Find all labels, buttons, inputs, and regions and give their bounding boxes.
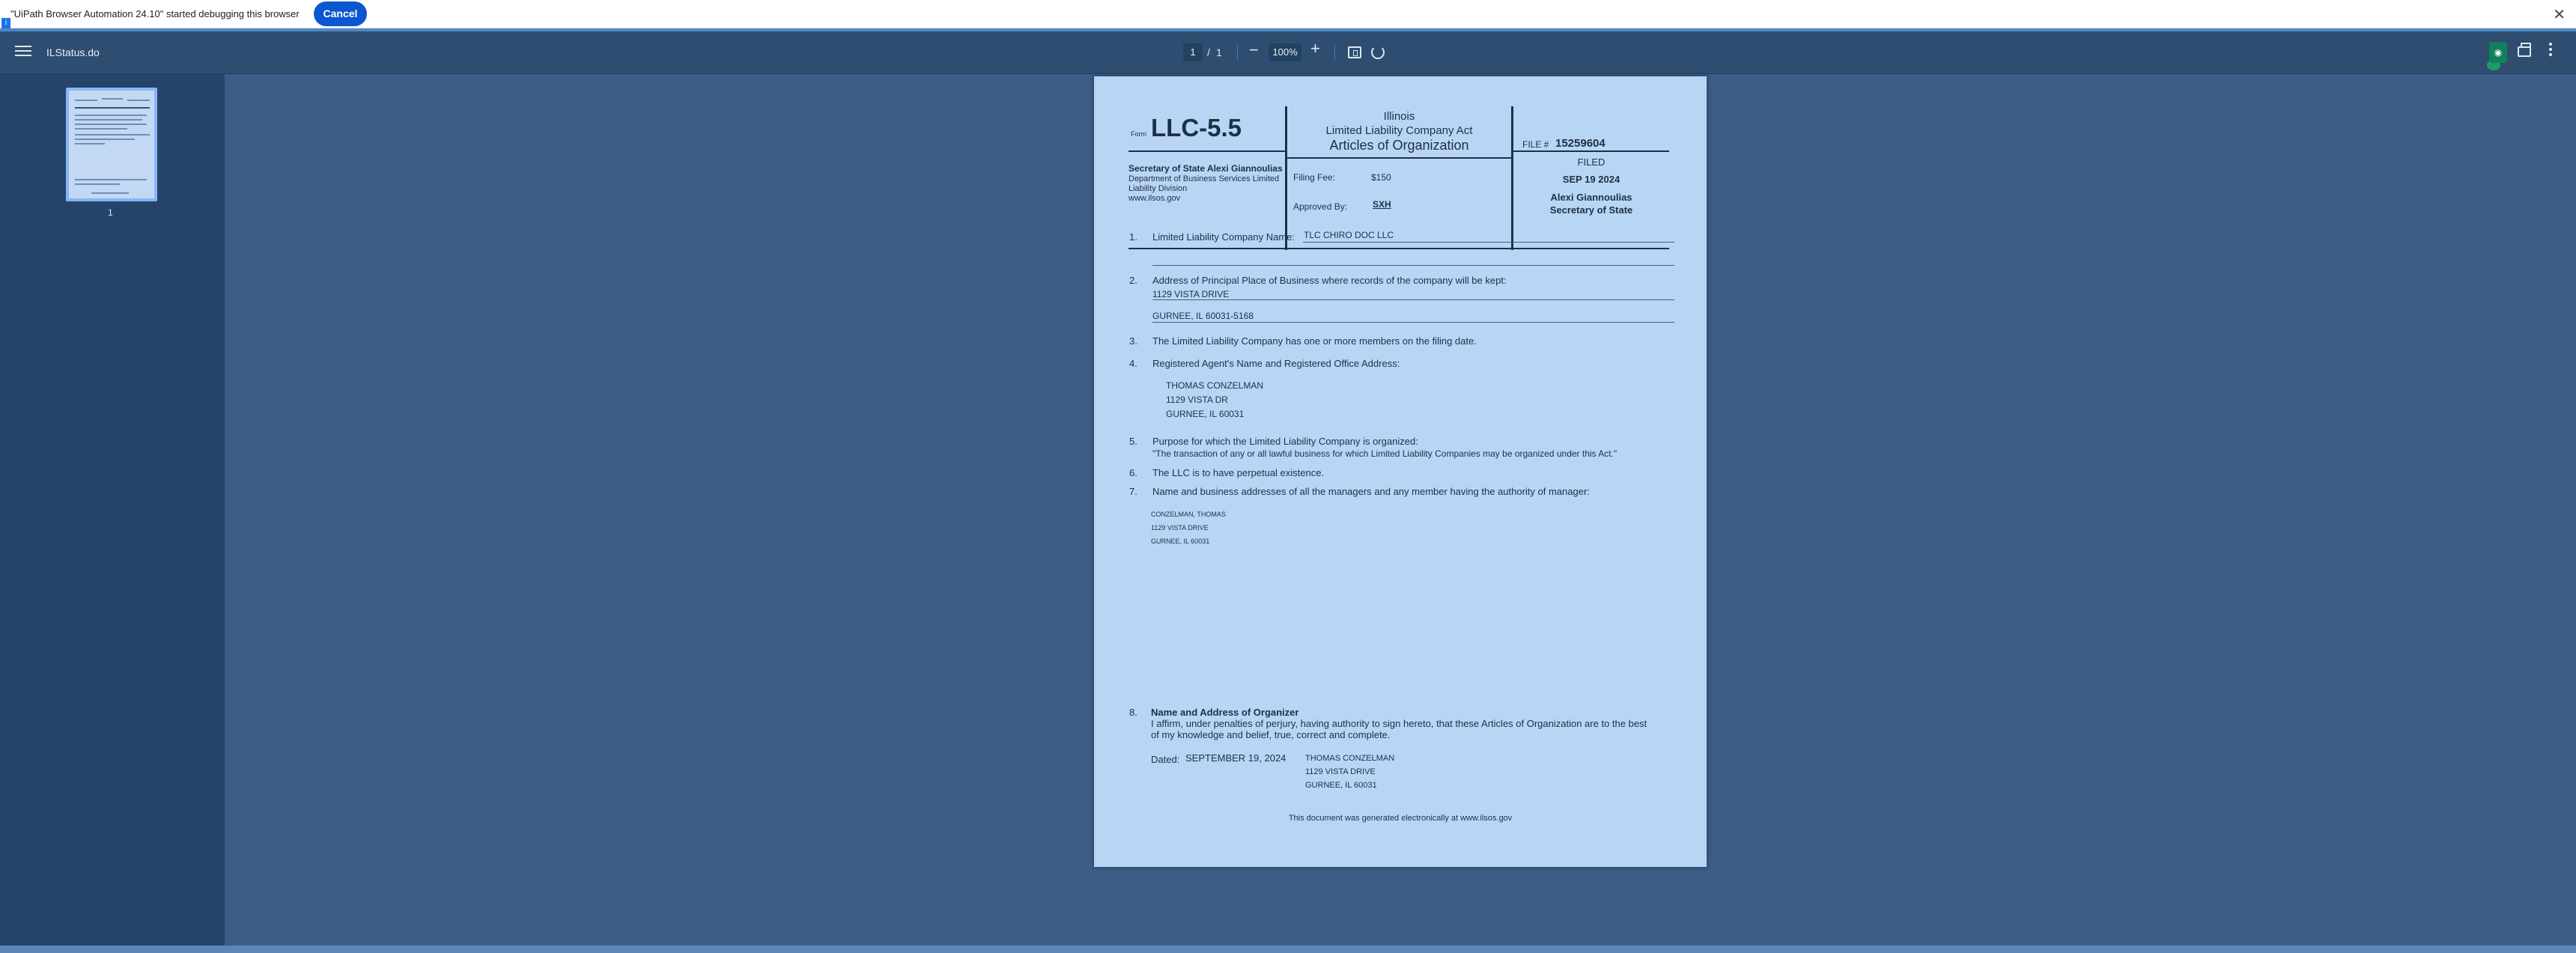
item5-label: Purpose for which the Limited Liability …: [1152, 436, 1418, 447]
filing-fee-value: $150: [1371, 172, 1391, 183]
field-underline: [1152, 299, 1674, 300]
field-underline: [1303, 242, 1674, 243]
document-title: ILStatus.do: [46, 46, 100, 58]
close-icon[interactable]: ✕: [2553, 5, 2566, 24]
approved-by-value: SXH: [1373, 199, 1391, 210]
dept-line: Liability Division: [1128, 184, 1188, 193]
rotate-icon[interactable]: [1371, 46, 1385, 59]
agent-street: 1129 VISTA DR: [1166, 395, 1228, 405]
page-number-input[interactable]: 1: [1183, 43, 1203, 61]
signer-title: Secretary of State: [1549, 204, 1633, 216]
website: www.ilsos.gov: [1128, 194, 1181, 203]
header-rule: [1285, 157, 1513, 159]
document-heading: Articles of Organization: [1329, 138, 1469, 153]
field-underline: [1152, 265, 1674, 266]
generated-footer: This document was generated electronical…: [1288, 814, 1513, 823]
page-separator: /: [1207, 46, 1210, 58]
item-number: 1.: [1129, 231, 1137, 243]
affirmation-line2: of my knowledge and belief, true, correc…: [1151, 729, 1391, 740]
zoom-in-button[interactable]: +: [1310, 39, 1320, 58]
act-name: Limited Liability Company Act: [1325, 124, 1473, 137]
state-name: Illinois: [1383, 110, 1415, 123]
item-number: 2.: [1129, 275, 1137, 286]
approved-by-label: Approved By:: [1293, 201, 1348, 212]
header-rule: [1511, 150, 1669, 152]
item3-text: The Limited Liability Company has one or…: [1152, 335, 1477, 347]
print-icon[interactable]: [2518, 43, 2531, 57]
item-number: 8.: [1129, 707, 1137, 718]
organizer-name: THOMAS CONZELMAN: [1305, 754, 1395, 763]
thumbnail-page-number: 1: [108, 207, 113, 218]
file-number: 15259604: [1555, 137, 1606, 150]
menu-icon[interactable]: [15, 43, 31, 60]
cancel-debug-button[interactable]: Cancel: [314, 1, 367, 26]
item8-label: Name and Address of Organizer: [1151, 707, 1299, 718]
more-options-icon[interactable]: [2549, 43, 2552, 58]
file-label: FILE #: [1522, 139, 1549, 150]
pdf-toolbar: ILStatus.do 1 / 1 − 100% + ◉: [0, 31, 2576, 74]
affirmation-line1: I affirm, under penalties of perjury, ha…: [1151, 718, 1647, 729]
debug-banner: i "UiPath Browser Automation 24.10" star…: [0, 0, 2576, 28]
manager-name: CONZELMAN, THOMAS: [1151, 511, 1226, 518]
dated-label: Dated:: [1151, 754, 1180, 765]
item-number: 6.: [1129, 467, 1137, 478]
item-number: 4.: [1129, 358, 1137, 369]
purpose-text: "The transaction of any or all lawful bu…: [1152, 448, 1617, 459]
header-rule: [1128, 150, 1286, 152]
thumbnail-sidebar: 1: [0, 74, 225, 946]
page-total: 1: [1216, 46, 1222, 58]
form-prefix: Form: [1131, 130, 1146, 138]
header-rule: [1128, 248, 1669, 249]
extension-icon[interactable]: ◉: [2489, 42, 2507, 63]
form-number: LLC-5.5: [1151, 114, 1242, 141]
item-number: 5.: [1129, 436, 1137, 447]
company-name: TLC CHIRO DOC LLC: [1304, 230, 1394, 240]
item2-label: Address of Principal Place of Business w…: [1152, 275, 1507, 286]
principal-address-line1: 1129 VISTA DRIVE: [1152, 289, 1230, 299]
item-number: 7.: [1129, 486, 1137, 497]
filed-label: FILED: [1577, 156, 1606, 168]
signer-name: Alexi Giannoulias: [1550, 192, 1632, 203]
toolbar-divider: [1237, 45, 1238, 60]
zoom-level-input[interactable]: 100%: [1269, 43, 1301, 61]
filed-date: SEP 19 2024: [1562, 174, 1620, 185]
item1-label: Limited Liability Company Name:: [1152, 231, 1295, 243]
item4-label: Registered Agent's Name and Registered O…: [1152, 358, 1400, 369]
item-number: 3.: [1129, 335, 1137, 347]
organizer-street: 1129 VISTA DRIVE: [1305, 767, 1376, 776]
dept-line: Department of Business Services Limited: [1128, 174, 1280, 183]
manager-street: 1129 VISTA DRIVE: [1151, 524, 1209, 532]
toolbar-divider: [1334, 45, 1335, 60]
filing-fee-label: Filing Fee:: [1293, 172, 1336, 183]
organizer-city: GURNEE, IL 60031: [1305, 781, 1377, 790]
dated-value: SEPTEMBER 19, 2024: [1185, 752, 1287, 764]
pdf-page: Form LLC-5.5 Secretary of State Alexi Gi…: [1094, 76, 1707, 867]
agent-city: GURNEE, IL 60031: [1166, 409, 1245, 419]
secretary-line: Secretary of State Alexi Giannoulias: [1128, 163, 1283, 174]
agent-name: THOMAS CONZELMAN: [1166, 380, 1264, 391]
page-thumbnail[interactable]: [66, 88, 157, 201]
item7-label: Name and business addresses of all the m…: [1152, 486, 1590, 497]
manager-city: GURNEE, IL 60031: [1151, 538, 1210, 545]
fit-page-icon[interactable]: [1348, 46, 1361, 58]
field-underline: [1152, 322, 1674, 323]
item6-text: The LLC is to have perpetual existence.: [1152, 467, 1325, 478]
debug-message: "UiPath Browser Automation 24.10" starte…: [10, 8, 300, 19]
zoom-out-button[interactable]: −: [1249, 40, 1259, 60]
debug-info-icon: i: [1, 18, 10, 28]
bottom-border: [0, 946, 2576, 953]
principal-address-line2: GURNEE, IL 60031-5168: [1152, 311, 1254, 321]
